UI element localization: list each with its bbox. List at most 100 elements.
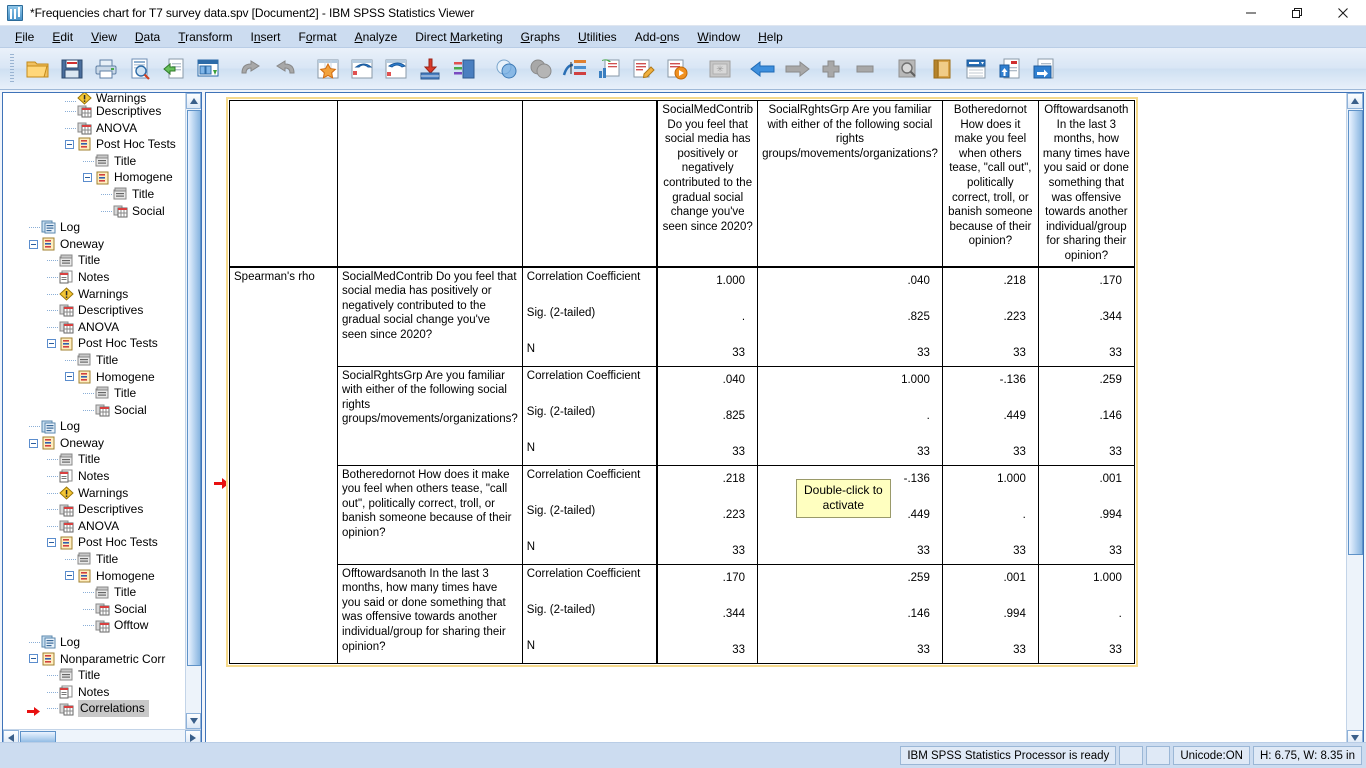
edit-text-icon[interactable] — [627, 52, 659, 86]
outline-item-anova[interactable]: ANOVA — [3, 318, 185, 336]
goto-data-icon[interactable] — [380, 52, 412, 86]
method-label[interactable]: Spearman's rho — [229, 266, 338, 664]
table-row[interactable]: SocialRghtsGrp Are you familiar with eit… — [230, 365, 1135, 466]
save-icon[interactable] — [56, 52, 88, 86]
cell-r4c3[interactable]: .001 .994 33 — [941, 563, 1039, 664]
outline-item-correlations[interactable]: Correlations — [3, 700, 185, 718]
outline-item-title[interactable]: Title — [3, 152, 185, 170]
correlations-table[interactable]: SocialMedContrib Do you feel that social… — [229, 99, 1135, 664]
cell-r3c3[interactable]: 1.000 . 33 — [941, 464, 1039, 565]
table-row[interactable]: Offtowardsanoth In the last 3 months, ho… — [230, 563, 1135, 664]
redo-icon[interactable] — [269, 52, 301, 86]
outline-collapse-toggle[interactable] — [29, 654, 38, 664]
outline-item-social[interactable]: Social — [3, 401, 185, 419]
close-button[interactable] — [1320, 0, 1366, 26]
outline-collapse-toggle[interactable] — [29, 438, 38, 448]
list-icon[interactable] — [960, 52, 992, 86]
outline-item-notes[interactable]: Notes — [3, 268, 185, 286]
outline-item-post-hoc-tests[interactable]: Post Hoc Tests — [3, 335, 185, 352]
maximize-button[interactable] — [1274, 0, 1320, 26]
menu-analyze[interactable]: Analyze — [346, 28, 407, 46]
menu-add-ons[interactable]: Add-ons — [626, 28, 689, 46]
print-preview-icon[interactable] — [124, 52, 156, 86]
document-scroll-thumb[interactable] — [1348, 110, 1363, 555]
outline-item-log[interactable]: Log — [3, 418, 185, 436]
collapse-icon[interactable] — [849, 52, 881, 86]
outline-item-log[interactable]: Log — [3, 219, 185, 237]
row-label-4[interactable]: Offtowardsanoth In the last 3 months, ho… — [337, 563, 523, 664]
outline-item-descriptives[interactable]: Descriptives — [3, 302, 185, 320]
cell-r1c4[interactable]: .170 .344 33 — [1037, 266, 1135, 367]
menu-direct-marketing[interactable]: Direct Marketing — [406, 28, 511, 46]
cell-r2c2[interactable]: 1.000 . 33 — [757, 365, 943, 466]
undo-icon[interactable] — [235, 52, 267, 86]
outline-scroll-down-button[interactable] — [186, 713, 201, 729]
outline-item-title[interactable]: Title — [3, 252, 185, 270]
cell-r1c3[interactable]: .218 .223 33 — [941, 266, 1039, 367]
dialog-recall-icon[interactable] — [192, 52, 224, 86]
outline-item-descriptives[interactable]: Descriptives — [3, 501, 185, 519]
show-hide-icon[interactable] — [491, 52, 523, 86]
find-icon[interactable] — [892, 52, 924, 86]
outline-item-title[interactable]: Title — [3, 351, 185, 369]
outline-item-anova[interactable]: ANOVA — [3, 517, 185, 535]
column-header-2[interactable]: SocialRghtsGrp Are you familiar with eit… — [757, 99, 943, 268]
menu-file[interactable]: File — [6, 28, 43, 46]
toolbar-grip[interactable] — [10, 53, 14, 84]
menu-insert[interactable]: Insert — [241, 28, 289, 46]
demote-right-icon[interactable] — [781, 52, 813, 86]
outline-item-title[interactable]: Title — [3, 551, 185, 569]
menu-data[interactable]: Data — [126, 28, 169, 46]
outline-item-homogene[interactable]: Homogene — [3, 369, 185, 386]
cell-r4c4[interactable]: 1.000 . 33 — [1037, 563, 1135, 664]
document-vertical-scrollbar[interactable] — [1346, 93, 1363, 746]
outline-item-offtow[interactable]: Offtow — [3, 617, 185, 635]
upload-doc-icon[interactable] — [994, 52, 1026, 86]
menu-utilities[interactable]: Utilities — [569, 28, 626, 46]
outline-item-social[interactable]: Social — [3, 600, 185, 618]
menu-edit[interactable]: Edit — [43, 28, 82, 46]
menu-view[interactable]: View — [82, 28, 126, 46]
insert-data-icon[interactable] — [414, 52, 446, 86]
outline-item-post-hoc-tests[interactable]: Post Hoc Tests — [3, 534, 185, 551]
insert-chart-icon[interactable] — [593, 52, 625, 86]
cell-r3c1[interactable]: .218 .223 33 — [656, 464, 759, 565]
goto-case-icon[interactable] — [312, 52, 344, 86]
outline-item-title[interactable]: Title — [3, 451, 185, 469]
menu-help[interactable]: Help — [749, 28, 792, 46]
outline-item-notes[interactable]: Notes — [3, 468, 185, 486]
promote-left-icon[interactable] — [747, 52, 779, 86]
outline-item-homogene[interactable]: Homogene — [3, 169, 185, 186]
column-header-4[interactable]: Offtowardsanoth In the last 3 months, ho… — [1037, 99, 1135, 268]
variables-icon[interactable] — [448, 52, 480, 86]
outline-item-homogene[interactable]: Homogene — [3, 568, 185, 585]
menu-transform[interactable]: Transform — [169, 28, 241, 46]
outline-item-anova[interactable]: ANOVA — [3, 119, 185, 137]
export-doc-icon[interactable] — [1028, 52, 1060, 86]
cell-r1c2[interactable]: .040 .825 33 — [757, 266, 943, 367]
minimize-button[interactable] — [1228, 0, 1274, 26]
outline-item-warnings[interactable]: Warnings — [3, 484, 185, 502]
row-label-3[interactable]: Botheredornot How does it make you feel … — [337, 464, 523, 565]
outline-item-nonparametric-corr[interactable]: Nonparametric Corr — [3, 651, 185, 668]
book-icon[interactable] — [926, 52, 958, 86]
outline-item-log[interactable]: Log — [3, 634, 185, 651]
outline-item-oneway[interactable]: Oneway — [3, 236, 185, 253]
pivot-table-selection-frame[interactable]: SocialMedContrib Do you feel that social… — [226, 97, 1138, 667]
outline-collapse-toggle[interactable] — [65, 139, 74, 149]
row-label-2[interactable]: SocialRghtsGrp Are you familiar with eit… — [337, 365, 523, 466]
open-file-icon[interactable] — [22, 52, 54, 86]
column-header-3[interactable]: Botheredornot How does it make you feel … — [941, 99, 1039, 268]
menu-window[interactable]: Window — [688, 28, 749, 46]
cell-r2c1[interactable]: .040 .825 33 — [656, 365, 759, 466]
menu-graphs[interactable]: Graphs — [512, 28, 569, 46]
outline-item-notes[interactable]: Notes — [3, 683, 185, 701]
outline-collapse-toggle[interactable] — [47, 339, 56, 349]
outline-collapse-toggle[interactable] — [83, 173, 92, 183]
outline-item-title[interactable]: Title — [3, 385, 185, 403]
outline-item-title[interactable]: Title — [3, 584, 185, 602]
outline-item-title[interactable]: Title — [3, 185, 185, 203]
outline-vertical-scrollbar[interactable] — [185, 93, 201, 729]
cell-r2c3[interactable]: -.136 .449 33 — [941, 365, 1039, 466]
outline-collapse-toggle[interactable] — [47, 538, 56, 548]
